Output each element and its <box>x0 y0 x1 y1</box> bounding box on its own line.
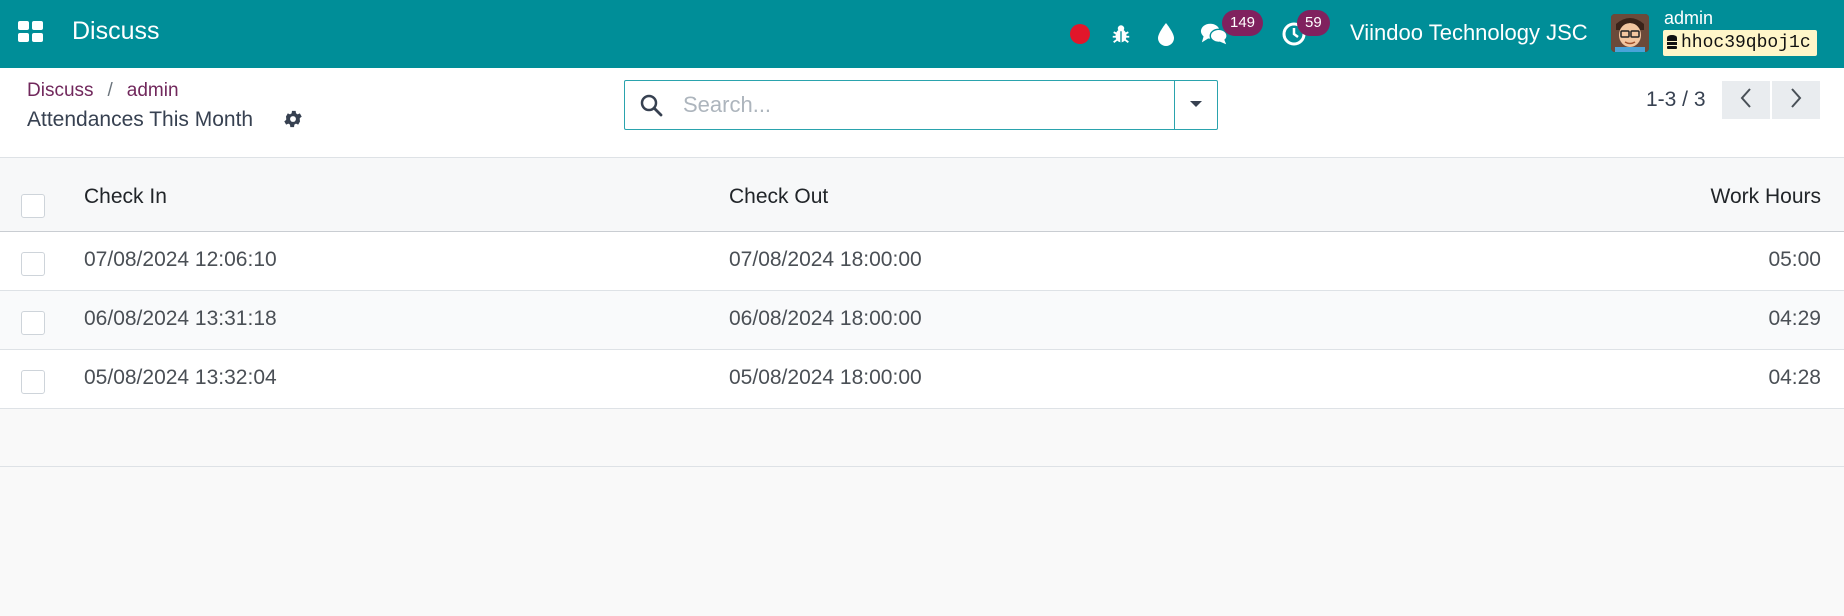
record-icon[interactable] <box>1066 20 1094 48</box>
breadcrumb: Discuss / admin <box>27 80 179 102</box>
database-name: hhoc39qboj1c <box>1681 33 1811 53</box>
database-tag: hhoc39qboj1c <box>1663 30 1817 56</box>
table-header: Check In Check Out Work Hours <box>0 158 1844 232</box>
column-header-check-out[interactable]: Check Out <box>729 185 828 209</box>
pager-previous-button[interactable] <box>1722 81 1770 119</box>
top-navbar: Discuss 149 59 Viindoo Technology JSC ad… <box>0 0 1844 68</box>
search-bar <box>624 80 1218 130</box>
table-footer <box>0 409 1844 467</box>
check-in-cell: 07/08/2024 12:06:10 <box>84 248 277 271</box>
apps-menu-icon[interactable] <box>18 21 44 43</box>
control-panel: Discuss / admin Attendances This Month 1-3… <box>0 68 1844 158</box>
select-all-checkbox[interactable] <box>21 194 45 218</box>
row-checkbox[interactable] <box>21 252 45 276</box>
column-header-check-in[interactable]: Check In <box>84 185 167 209</box>
caret-down-icon <box>1189 96 1203 114</box>
column-header-work-hours[interactable]: Work Hours <box>1711 185 1821 209</box>
search-input[interactable] <box>681 89 1145 121</box>
breadcrumb-current[interactable]: admin <box>127 80 179 101</box>
search-icon <box>639 93 663 122</box>
check-in-cell: 06/08/2024 13:31:18 <box>84 307 277 330</box>
user-avatar[interactable] <box>1611 14 1649 52</box>
table-row[interactable]: 06/08/2024 13:31:18 06/08/2024 18:00:00 … <box>0 291 1844 350</box>
work-hours-cell: 04:29 <box>1768 307 1821 330</box>
user-name[interactable]: admin <box>1664 8 1713 29</box>
table-row[interactable]: 07/08/2024 12:06:10 07/08/2024 18:00:00 … <box>0 232 1844 291</box>
work-hours-cell: 05:00 <box>1768 248 1821 271</box>
view-title: Attendances This Month <box>27 108 254 131</box>
chevron-left-icon <box>1739 87 1753 114</box>
pager-next-button[interactable] <box>1772 81 1820 119</box>
attendance-list: Check In Check Out Work Hours 07/08/2024… <box>0 158 1844 467</box>
check-out-cell: 07/08/2024 18:00:00 <box>729 248 922 271</box>
breadcrumb-separator: / <box>107 80 113 101</box>
gear-icon[interactable] <box>282 108 304 135</box>
database-icon <box>1667 32 1677 58</box>
breadcrumb-root[interactable]: Discuss <box>27 80 94 101</box>
work-hours-cell: 04:28 <box>1768 366 1821 389</box>
activities-count-badge: 59 <box>1297 10 1330 36</box>
row-checkbox[interactable] <box>21 370 45 394</box>
check-out-cell: 06/08/2024 18:00:00 <box>729 307 922 330</box>
check-in-cell: 05/08/2024 13:32:04 <box>84 366 277 389</box>
company-switcher[interactable]: Viindoo Technology JSC <box>1350 20 1588 46</box>
messages-count-badge: 149 <box>1222 10 1264 36</box>
drop-icon[interactable] <box>1152 20 1180 48</box>
table-row[interactable]: 05/08/2024 13:32:04 05/08/2024 18:00:00 … <box>0 350 1844 409</box>
search-options-toggle[interactable] <box>1174 81 1217 129</box>
bug-icon[interactable] <box>1107 20 1135 48</box>
app-name[interactable]: Discuss <box>72 17 160 46</box>
chevron-right-icon <box>1789 87 1803 114</box>
check-out-cell: 05/08/2024 18:00:00 <box>729 366 922 389</box>
row-checkbox[interactable] <box>21 311 45 335</box>
pager-value[interactable]: 1-3 / 3 <box>1646 88 1706 112</box>
